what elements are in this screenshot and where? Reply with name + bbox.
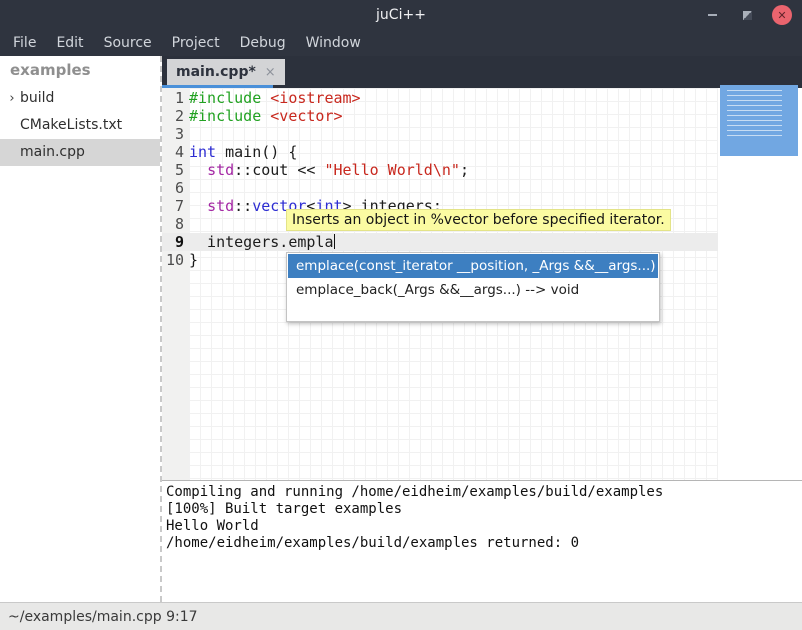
tree-item-label: CMakeLists.txt [20, 112, 122, 139]
file-tree: ›buildCMakeLists.txtmain.cpp [0, 85, 160, 166]
project-name-header: examples [0, 56, 160, 85]
statusbar: ~/examples/main.cpp 9:17 [0, 602, 802, 630]
code-token: std [207, 161, 234, 179]
line-number: 6 [162, 179, 189, 197]
code-token: } [189, 251, 198, 269]
juci-window: juCi++ ✕ FileEditSourceProjectDebugWindo… [0, 0, 802, 630]
line-number: 8 [162, 215, 189, 233]
code-area[interactable]: #include <iostream>#include <vector>int … [189, 88, 718, 480]
code-line-1: #include <iostream> [189, 89, 718, 107]
code-token: ::cout << [234, 161, 324, 179]
window-title: juCi++ [376, 7, 426, 23]
maximize-button[interactable] [737, 5, 757, 25]
tab-main-cpp[interactable]: main.cpp* × [167, 59, 285, 85]
code-token [189, 161, 207, 179]
minimap-code-lines [727, 90, 782, 140]
code-token: std [207, 197, 234, 215]
console-line: Compiling and running /home/eidheim/exam… [166, 484, 802, 501]
code-token: main() { [216, 143, 297, 161]
maximize-icon [743, 11, 752, 20]
completion-item[interactable]: emplace(const_iterator __position, _Args… [288, 254, 658, 278]
code-line-3 [189, 125, 718, 143]
line-number: 9 [162, 233, 189, 251]
code-token: integers.empla [189, 233, 334, 251]
tree-item-label: build [20, 85, 54, 112]
menu-window[interactable]: Window [296, 30, 371, 56]
tree-item-main-cpp[interactable]: main.cpp [0, 139, 160, 166]
tab-label: main.cpp* [176, 64, 256, 80]
code-line-5: std::cout << "Hello World\n"; [189, 161, 718, 179]
code-line-6 [189, 179, 718, 197]
line-number: 2 [162, 107, 189, 125]
code-token: :: [234, 197, 252, 215]
menu-project[interactable]: Project [162, 30, 230, 56]
minimize-button[interactable] [702, 5, 722, 25]
editor: 12345678910 #include <iostream>#include … [162, 88, 802, 480]
tree-item-cmakelists-txt[interactable]: CMakeLists.txt [0, 112, 160, 139]
file-tree-panel: examples ›buildCMakeLists.txtmain.cpp [0, 56, 162, 602]
tree-item-build[interactable]: ›build [0, 85, 160, 112]
tree-item-label: main.cpp [20, 139, 85, 166]
close-button[interactable]: ✕ [772, 5, 792, 25]
menu-debug[interactable]: Debug [230, 30, 296, 56]
console-line: [100%] Built target examples [166, 501, 802, 518]
code-token: "Hello World\n" [324, 161, 459, 179]
statusbar-path-and-position: ~/examples/main.cpp 9:17 [8, 609, 198, 625]
tab-close-icon[interactable]: × [265, 65, 276, 80]
line-number: 1 [162, 89, 189, 107]
code-token: #include [189, 107, 261, 125]
code-token: <vector> [270, 107, 342, 125]
menubar: FileEditSourceProjectDebugWindow [0, 30, 802, 56]
code-line-9: integers.empla [189, 233, 718, 251]
code-line-2: #include <vector> [189, 107, 718, 125]
code-line-4: int main() { [189, 143, 718, 161]
content: examples ›buildCMakeLists.txtmain.cpp ma… [0, 56, 802, 602]
code-token [261, 107, 270, 125]
console-output[interactable]: Compiling and running /home/eidheim/exam… [162, 480, 802, 602]
code-token [261, 89, 270, 107]
tabbar: main.cpp* × [162, 56, 802, 88]
titlebar: juCi++ ✕ [0, 0, 802, 30]
close-icon: ✕ [777, 9, 786, 22]
console-line: Hello World [166, 518, 802, 535]
editor-column: main.cpp* × 12345678910 #include <iostre… [162, 56, 802, 602]
chevron-right-icon[interactable]: › [4, 85, 20, 112]
window-controls: ✕ [702, 0, 792, 30]
completion-popup: emplace(const_iterator __position, _Args… [286, 252, 660, 322]
text-cursor [334, 234, 335, 249]
line-number: 5 [162, 161, 189, 179]
code-token: #include [189, 89, 261, 107]
line-number: 4 [162, 143, 189, 161]
menu-file[interactable]: File [3, 30, 46, 56]
code-token [189, 197, 207, 215]
code-token: int [189, 143, 216, 161]
minimap[interactable] [718, 88, 802, 480]
minimap-viewport[interactable] [720, 85, 798, 156]
line-number: 10 [162, 251, 189, 269]
code-token: <iostream> [270, 89, 360, 107]
menu-source[interactable]: Source [94, 30, 162, 56]
doc-tooltip: Inserts an object in %vector before spec… [286, 209, 671, 231]
console-line: /home/eidheim/examples/build/examples re… [166, 535, 802, 552]
menu-edit[interactable]: Edit [46, 30, 93, 56]
completion-item[interactable]: emplace_back(_Args &&__args...) --> void [288, 278, 658, 302]
line-number-gutter: 12345678910 [162, 88, 189, 480]
line-number: 7 [162, 197, 189, 215]
code-token: ; [460, 161, 469, 179]
line-number: 3 [162, 125, 189, 143]
minimize-icon [708, 14, 717, 16]
